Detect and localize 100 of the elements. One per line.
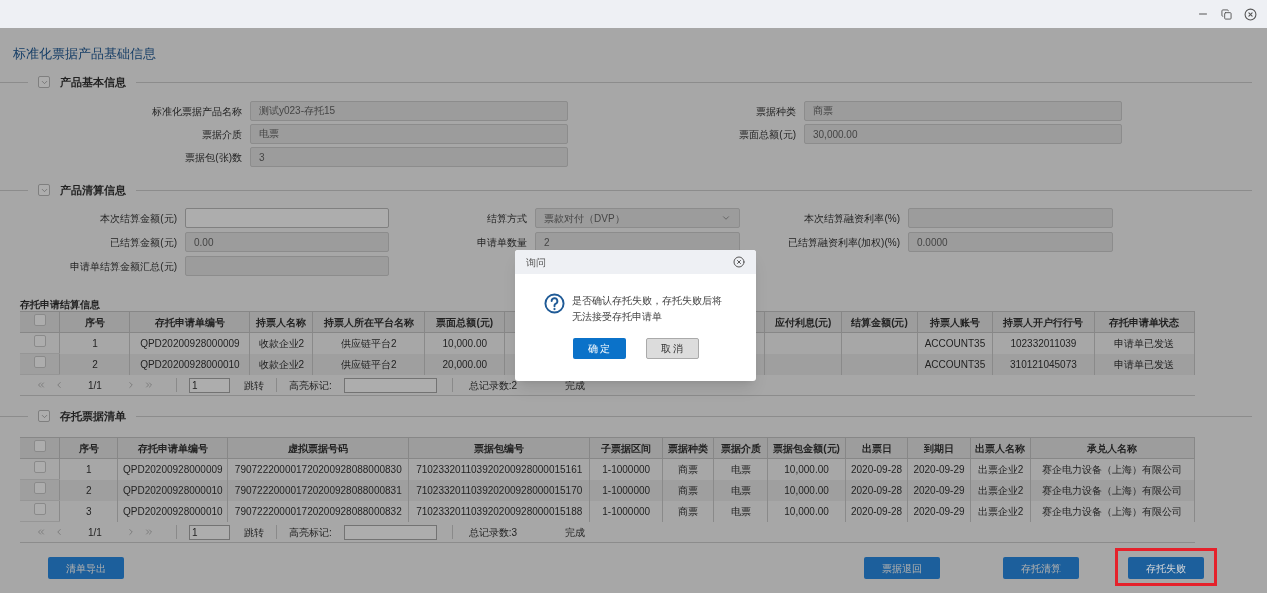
action-button[interactable]: 存托失败 bbox=[1128, 557, 1204, 580]
column-header: 出票人名称 bbox=[975, 442, 1026, 454]
field-label: 申请单结算金额汇总(元) bbox=[69, 259, 178, 274]
jump-link[interactable]: 跳转 bbox=[243, 377, 264, 393]
collapse-toggle[interactable] bbox=[38, 184, 50, 196]
table-cell: 310121045073 bbox=[1010, 358, 1077, 370]
table-cell: 2020-09-28 bbox=[850, 484, 903, 496]
action-button[interactable]: 存托清算 bbox=[1003, 557, 1079, 580]
column-header: 虚拟票据号码 bbox=[288, 442, 349, 454]
status-text: 完成 bbox=[565, 525, 586, 540]
table-cell: 10,000.00 bbox=[784, 484, 829, 496]
column-header: 存托申请单编号 bbox=[154, 316, 225, 328]
table-cell: QPD20200928000009 bbox=[123, 463, 223, 475]
field-label: 已结算融资利率(加权)(%) bbox=[786, 235, 901, 250]
cancel-button[interactable]: 取 消 bbox=[645, 338, 699, 359]
table-cell: 申请单已发送 bbox=[1114, 337, 1175, 349]
last-page-icon[interactable] bbox=[143, 380, 154, 390]
chevron-icon bbox=[721, 213, 731, 223]
field-label: 结算方式 bbox=[486, 211, 528, 226]
table-cell: 3 bbox=[86, 505, 92, 517]
column-header: 票据介质 bbox=[720, 442, 761, 454]
column-header: 票据包编号 bbox=[474, 442, 525, 454]
highlight-label: 高亮标记: bbox=[288, 525, 332, 540]
column-header: 持票人名称 bbox=[256, 316, 307, 328]
previous-page-icon[interactable] bbox=[54, 527, 64, 537]
column-header: 承兑人名称 bbox=[1087, 442, 1138, 454]
table-cell: 赛企电力设备（上海）有限公司 bbox=[1042, 505, 1183, 517]
table-cell: 赛企电力设备（上海）有限公司 bbox=[1042, 463, 1183, 475]
table-cell: 1 bbox=[86, 463, 92, 475]
column-header: 持票人账号 bbox=[929, 316, 980, 328]
close-icon[interactable] bbox=[1244, 7, 1257, 21]
table-cell: 商票 bbox=[678, 505, 699, 517]
question-icon bbox=[544, 293, 565, 314]
table-cell: 10,000.00 bbox=[784, 505, 829, 517]
table-cell: 1-1000000 bbox=[602, 505, 651, 517]
column-header: 子票据区间 bbox=[601, 442, 652, 454]
table-cell: 710233201103920200928000015170 bbox=[416, 484, 583, 496]
table-cell: 供应链平台2 bbox=[341, 358, 397, 370]
table-cell: ACCOUNT35 bbox=[924, 337, 986, 349]
table-cell: 商票 bbox=[678, 484, 699, 496]
action-button[interactable]: 票据退回 bbox=[864, 557, 940, 580]
page-input[interactable]: 1 bbox=[188, 524, 230, 540]
record-count: 总记录数:2 bbox=[468, 378, 518, 393]
checkbox[interactable] bbox=[33, 314, 46, 326]
page-indicator: 1/1 bbox=[88, 378, 102, 393]
checkbox[interactable] bbox=[33, 356, 46, 368]
collapse-toggle[interactable] bbox=[38, 76, 50, 88]
table-cell: 790722200001720200928088000832 bbox=[234, 505, 402, 517]
collapse-toggle[interactable] bbox=[38, 410, 50, 422]
highlight-label: 高亮标记: bbox=[288, 378, 332, 393]
table-cell: ACCOUNT35 bbox=[924, 358, 986, 370]
checkbox[interactable] bbox=[33, 503, 46, 515]
table-cell: 2020-09-29 bbox=[913, 505, 965, 517]
table-cell: 2020-09-28 bbox=[850, 463, 903, 475]
table-cell: 2020-09-29 bbox=[913, 484, 965, 496]
field-label: 票面总额(元) bbox=[738, 127, 797, 142]
column-header: 票据种类 bbox=[668, 442, 709, 454]
highlight-input[interactable] bbox=[343, 524, 437, 540]
field-label: 已结算金额(元) bbox=[109, 235, 178, 250]
close-icon[interactable] bbox=[733, 256, 745, 268]
table-cell: QPD20200928000010 bbox=[123, 505, 223, 517]
checkbox[interactable] bbox=[33, 335, 46, 347]
column-header: 到期日 bbox=[924, 442, 954, 454]
checkbox[interactable] bbox=[33, 440, 46, 452]
previous-page-icon[interactable] bbox=[54, 380, 64, 390]
field-label: 票据包(张)数 bbox=[184, 150, 243, 165]
table-cell: 10,000.00 bbox=[442, 337, 488, 349]
checkbox[interactable] bbox=[33, 482, 46, 494]
column-header: 序号 bbox=[84, 316, 105, 328]
table-cell: 710233201103920200928000015188 bbox=[416, 505, 583, 517]
field-label: 本次结算融资利率(%) bbox=[803, 211, 901, 226]
table-cell: 赛企电力设备（上海）有限公司 bbox=[1042, 484, 1183, 496]
highlight-input[interactable] bbox=[343, 377, 437, 393]
table-cell: 790722200001720200928088000830 bbox=[234, 463, 402, 475]
page-input[interactable]: 1 bbox=[188, 377, 230, 393]
table-cell: 710233201103920200928000015161 bbox=[416, 463, 583, 475]
section-title: 产品基本信息 bbox=[60, 74, 126, 90]
last-page-icon[interactable] bbox=[143, 527, 154, 537]
checkbox[interactable] bbox=[33, 461, 46, 473]
table-cell: 收款企业2 bbox=[258, 358, 305, 370]
column-header: 存托申请单编号 bbox=[137, 442, 208, 454]
first-page-icon[interactable] bbox=[36, 527, 46, 537]
table-cell: 2 bbox=[86, 484, 92, 496]
table-cell: 电票 bbox=[730, 463, 751, 475]
input-field[interactable] bbox=[185, 208, 389, 228]
field-label: 本次结算金额(元) bbox=[99, 211, 178, 226]
table-cell: QPD20200928000009 bbox=[140, 337, 240, 349]
restore-icon[interactable] bbox=[1221, 8, 1232, 20]
column-header: 票面总额(元) bbox=[436, 316, 494, 328]
field-label: 票据介质 bbox=[201, 127, 243, 142]
column-header: 序号 bbox=[78, 442, 99, 454]
table-cell: 电票 bbox=[730, 505, 751, 517]
action-button[interactable]: 清单导出 bbox=[48, 557, 124, 580]
confirm-button[interactable]: 确 定 bbox=[572, 338, 626, 359]
page-indicator: 1/1 bbox=[88, 525, 102, 540]
table-cell: 申请单已发送 bbox=[1114, 358, 1175, 370]
table-cell: 出票企业2 bbox=[977, 484, 1024, 496]
table-cell: 2 bbox=[92, 358, 98, 370]
jump-link[interactable]: 跳转 bbox=[243, 524, 264, 540]
first-page-icon[interactable] bbox=[36, 380, 46, 390]
